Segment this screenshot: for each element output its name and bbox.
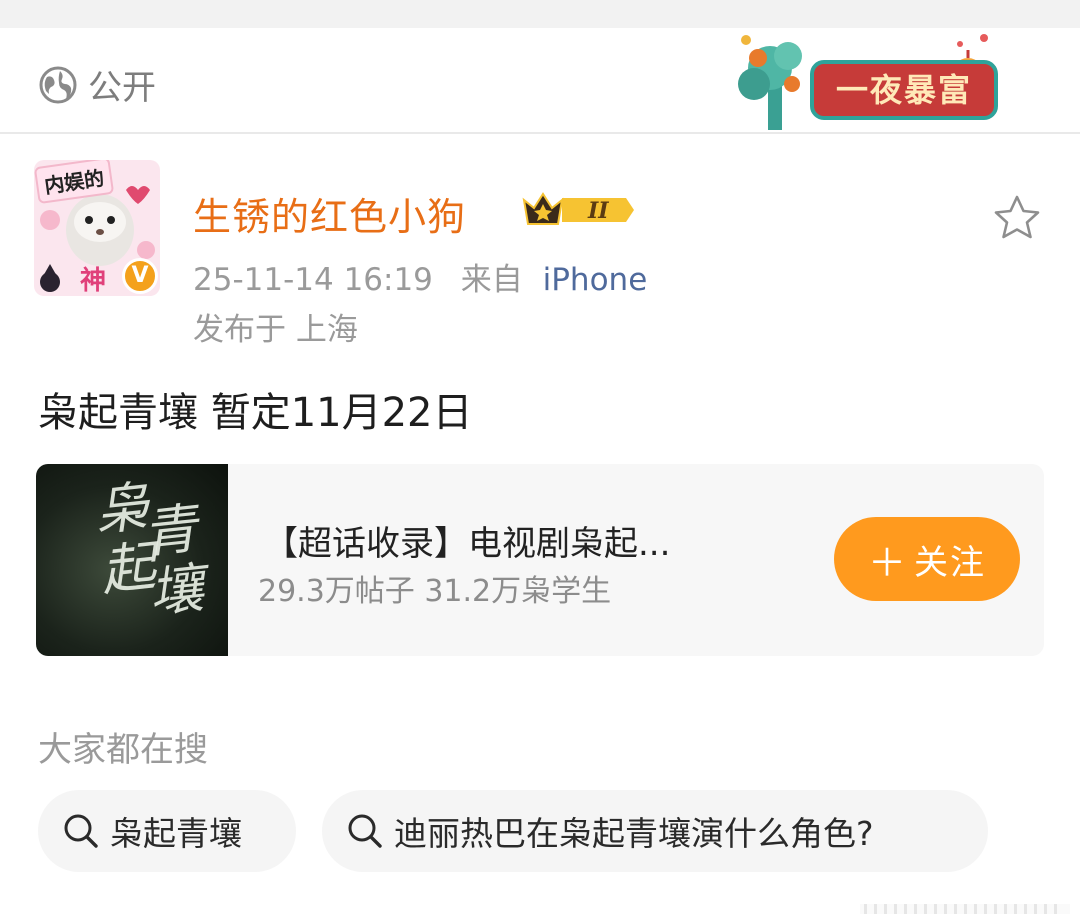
- post-header-bar: 公开 一夜暴富: [0, 28, 1080, 134]
- promo-banner[interactable]: 一夜暴富: [732, 28, 1004, 132]
- topic-stats: 29.3万帖子 31.2万枭学生: [258, 574, 612, 609]
- follow-label: 关注: [914, 542, 986, 583]
- search-chip[interactable]: 枭起青壤: [38, 790, 296, 872]
- cover-title-right: 青 壤: [139, 496, 228, 625]
- author-name[interactable]: 生锈的红色小狗: [193, 186, 466, 241]
- avatar-caption: 神: [80, 266, 107, 296]
- post-timestamp: 25-11-14 16:19: [193, 262, 433, 298]
- topic-cover-image: 枭 起 青 壤: [36, 464, 228, 656]
- search-chip-label: 迪丽热巴在枭起青壤演什么角色?: [394, 814, 874, 853]
- level-badge: II: [587, 198, 609, 224]
- top-divider-strip: [0, 0, 1080, 28]
- cover-char: 壤: [146, 556, 207, 625]
- source-link[interactable]: iPhone: [543, 262, 648, 298]
- search-chip[interactable]: 迪丽热巴在枭起青壤演什么角色?: [322, 790, 988, 872]
- globe-icon: [39, 66, 77, 103]
- post-location: 发布于 上海: [193, 312, 358, 348]
- star-icon[interactable]: [992, 194, 1042, 242]
- source-prefix: 来自: [460, 262, 523, 298]
- search-icon: [64, 814, 98, 848]
- follow-button[interactable]: ＋ 关注: [834, 517, 1020, 601]
- search-chip-label: 枭起青壤: [110, 814, 242, 853]
- search-icon: [348, 814, 382, 848]
- watermark-stripes: [860, 904, 1070, 914]
- post-text: 枭起青壤 暂定11月22日: [38, 390, 473, 436]
- topic-title[interactable]: 【超话收录】电视剧枭起...: [264, 516, 670, 565]
- super-topic-card[interactable]: 枭 起 青 壤 【超话收录】电视剧枭起... 29.3万帖子 31.2万枭学生 …: [36, 464, 1044, 656]
- member-crown-icon[interactable]: II: [522, 190, 634, 230]
- verified-badge-icon: V: [122, 258, 158, 294]
- banner-label: 一夜暴富: [810, 60, 998, 120]
- plus-icon: ＋: [867, 540, 908, 585]
- visibility-label: 公开: [88, 68, 156, 108]
- trending-search-title: 大家都在搜: [38, 730, 208, 770]
- post-meta: 25-11-14 16:19 来自 iPhone: [193, 254, 647, 299]
- visibility-indicator[interactable]: 公开: [38, 60, 156, 109]
- cover-char: 青: [139, 496, 201, 566]
